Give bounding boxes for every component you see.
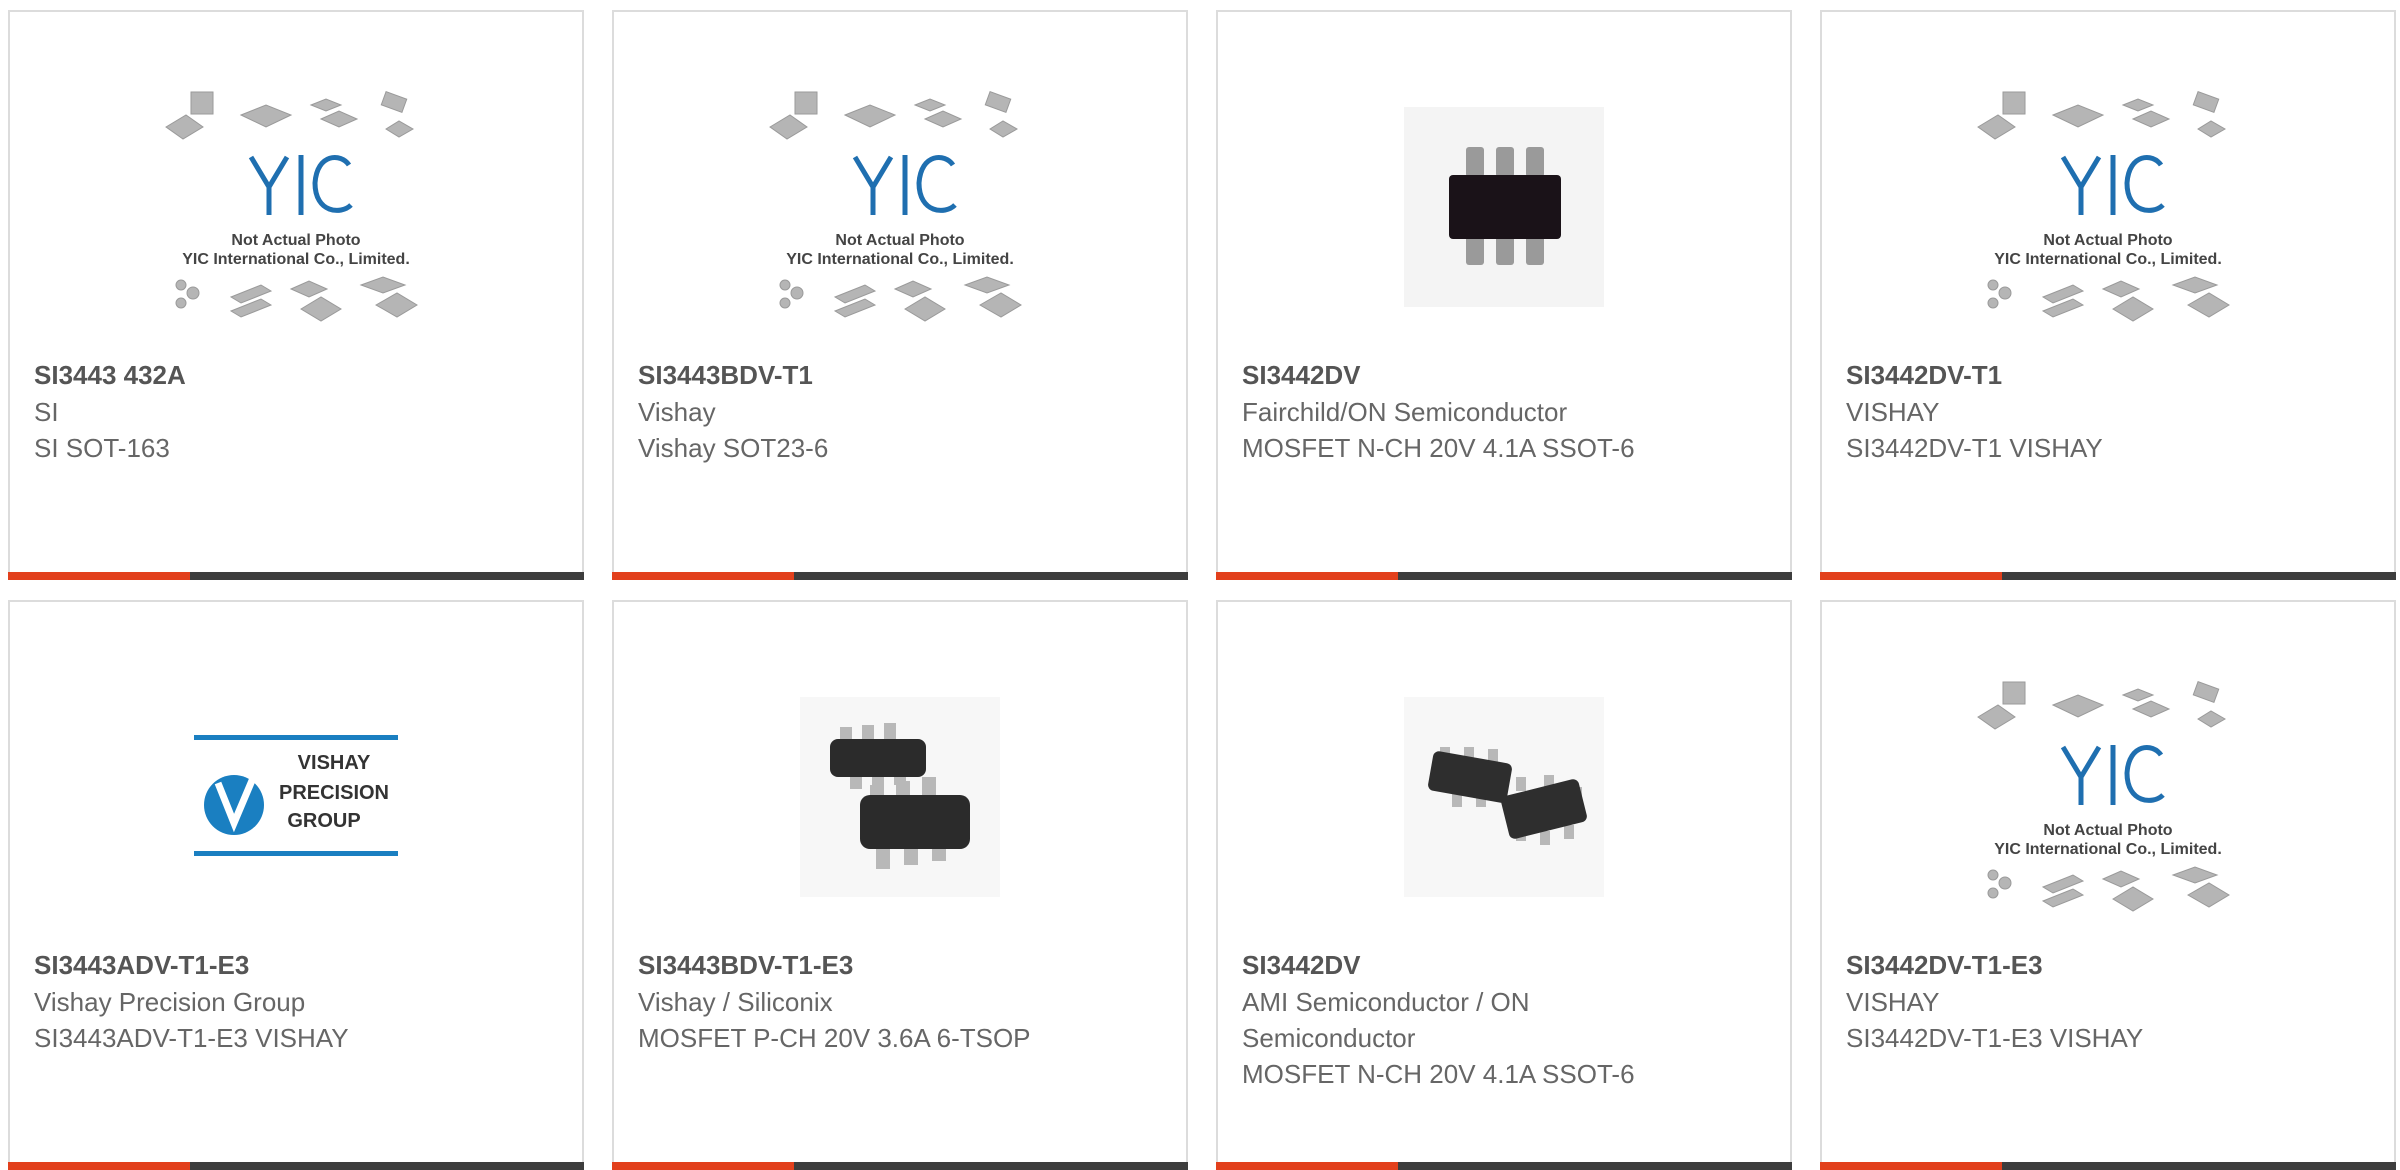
product-manufacturer: Vishay / Siliconix xyxy=(638,987,833,1017)
card-bottom-bar xyxy=(612,1162,1188,1170)
tsop-pair-image xyxy=(800,697,1000,897)
card-accent-bar xyxy=(612,1162,794,1170)
placeholder-line1: Not Actual Photo xyxy=(231,232,360,249)
placeholder-line1: Not Actual Photo xyxy=(2043,822,2172,839)
placeholder-image: Not Actual Photo YIC International Co., … xyxy=(165,91,418,322)
product-info: SI3443BDV-T1-E3 Vishay / Siliconix MOSFE… xyxy=(638,946,1162,1056)
product-description: SI3442DV-T1 VISHAY xyxy=(1846,433,2103,463)
product-image[interactable]: Not Actual Photo YIC International Co., … xyxy=(1822,62,2394,352)
product-info: SI3443BDV-T1 Vishay Vishay SOT23-6 xyxy=(638,356,1162,466)
card-accent-bar xyxy=(1216,572,1398,580)
product-part-number[interactable]: SI3443BDV-T1-E3 xyxy=(638,946,1162,984)
placeholder-line2: YIC International Co., Limited. xyxy=(1994,841,2222,858)
product-manufacturer: VISHAY xyxy=(1846,397,1940,427)
product-description: SI3443ADV-T1-E3 VISHAY xyxy=(34,1023,349,1053)
card-accent-bar xyxy=(1820,572,2002,580)
product-card[interactable]: Not Actual Photo YIC International Co., … xyxy=(8,10,584,580)
placeholder-line1: Not Actual Photo xyxy=(2043,232,2172,249)
product-manufacturer: Fairchild/ON Semiconductor xyxy=(1242,397,1568,427)
product-image[interactable] xyxy=(1218,62,1790,352)
product-info: SI3442DV-T1 VISHAY SI3442DV-T1 VISHAY xyxy=(1846,356,2370,466)
product-manufacturer: AMI Semiconductor / ON Semiconductor xyxy=(1242,987,1530,1053)
placeholder-image: Not Actual Photo YIC International Co., … xyxy=(1977,681,2230,912)
placeholder-image: Not Actual Photo YIC International Co., … xyxy=(769,91,1022,322)
card-accent-bar xyxy=(1820,1162,2002,1170)
product-part-number[interactable]: SI3442DV-T1 xyxy=(1846,356,2370,394)
product-description: SI SOT-163 xyxy=(34,433,170,463)
card-bottom-bar xyxy=(1820,1162,2396,1170)
product-info: SI3442DV AMI Semiconductor / ON Semicond… xyxy=(1242,946,1766,1092)
product-description: MOSFET P-CH 20V 3.6A 6-TSOP xyxy=(638,1023,1031,1053)
card-bottom-bar xyxy=(8,572,584,580)
product-card[interactable]: SI3442DV AMI Semiconductor / ON Semicond… xyxy=(1216,600,1792,1170)
vishay-logo-line1: VISHAY xyxy=(298,752,371,774)
placeholder-line2: YIC International Co., Limited. xyxy=(182,251,410,268)
product-info: SI3442DV Fairchild/ON Semiconductor MOSF… xyxy=(1242,356,1766,466)
sot-pair-image xyxy=(1404,697,1604,897)
card-accent-bar xyxy=(612,572,794,580)
product-info: SI3442DV-T1-E3 VISHAY SI3442DV-T1-E3 VIS… xyxy=(1846,946,2370,1056)
vishay-logo: VISHAY PRECISION GROUP xyxy=(194,735,398,859)
product-image[interactable]: Not Actual Photo YIC International Co., … xyxy=(614,62,1186,352)
product-info: SI3443ADV-T1-E3 Vishay Precision Group S… xyxy=(34,946,558,1056)
product-card[interactable]: Not Actual Photo YIC International Co., … xyxy=(1820,10,2396,580)
placeholder-line1: Not Actual Photo xyxy=(835,232,964,249)
placeholder-image: Not Actual Photo YIC International Co., … xyxy=(1977,91,2230,322)
product-part-number[interactable]: SI3442DV-T1-E3 xyxy=(1846,946,2370,984)
product-card[interactable]: Not Actual Photo YIC International Co., … xyxy=(1820,600,2396,1170)
product-card[interactable]: VISHAY PRECISION GROUP SI3443ADV-T1-E3 V… xyxy=(8,600,584,1170)
card-accent-bar xyxy=(8,1162,190,1170)
product-card[interactable]: SI3442DV Fairchild/ON Semiconductor MOSF… xyxy=(1216,10,1792,580)
product-manufacturer: VISHAY xyxy=(1846,987,1940,1017)
product-description: SI3442DV-T1-E3 VISHAY xyxy=(1846,1023,2144,1053)
card-bottom-bar xyxy=(612,572,1188,580)
product-image[interactable]: Not Actual Photo YIC International Co., … xyxy=(1822,652,2394,942)
product-grid: Not Actual Photo YIC International Co., … xyxy=(0,0,2400,1170)
product-part-number[interactable]: SI3442DV xyxy=(1242,946,1766,984)
product-part-number[interactable]: SI3443 432A xyxy=(34,356,558,394)
product-image[interactable] xyxy=(614,652,1186,942)
product-manufacturer: Vishay xyxy=(638,397,716,427)
product-card[interactable]: Not Actual Photo YIC International Co., … xyxy=(612,10,1188,580)
placeholder-line2: YIC International Co., Limited. xyxy=(1994,251,2222,268)
sot6-chip-image xyxy=(1404,107,1604,307)
product-part-number[interactable]: SI3443ADV-T1-E3 xyxy=(34,946,558,984)
product-manufacturer: Vishay Precision Group xyxy=(34,987,306,1017)
product-description: MOSFET N-CH 20V 4.1A SSOT-6 xyxy=(1242,1059,1635,1089)
product-card[interactable]: SI3443BDV-T1-E3 Vishay / Siliconix MOSFE… xyxy=(612,600,1188,1170)
card-bottom-bar xyxy=(8,1162,584,1170)
card-bottom-bar xyxy=(1820,572,2396,580)
placeholder-line2: YIC International Co., Limited. xyxy=(786,251,1014,268)
card-bottom-bar xyxy=(1216,1162,1792,1170)
product-description: Vishay SOT23-6 xyxy=(638,433,829,463)
product-image[interactable] xyxy=(1218,652,1790,942)
product-part-number[interactable]: SI3443BDV-T1 xyxy=(638,356,1162,394)
vishay-logo-line2: PRECISION xyxy=(279,782,389,804)
vishay-logo-line3: GROUP xyxy=(287,810,360,832)
product-info: SI3443 432A SI SI SOT-163 xyxy=(34,356,558,466)
card-bottom-bar xyxy=(1216,572,1792,580)
card-accent-bar xyxy=(1216,1162,1398,1170)
product-image[interactable]: Not Actual Photo YIC International Co., … xyxy=(10,62,582,352)
product-part-number[interactable]: SI3442DV xyxy=(1242,356,1766,394)
product-image[interactable]: VISHAY PRECISION GROUP xyxy=(10,652,582,942)
product-description: MOSFET N-CH 20V 4.1A SSOT-6 xyxy=(1242,433,1635,463)
product-manufacturer: SI xyxy=(34,397,59,427)
card-accent-bar xyxy=(8,572,190,580)
